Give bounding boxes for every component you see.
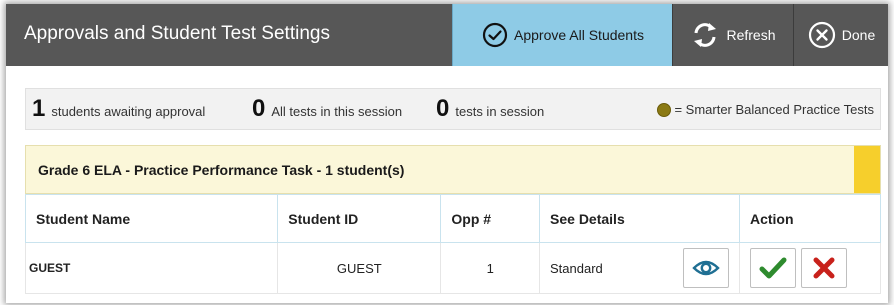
test-group-title: Grade 6 ELA - Practice Performance Task … [38,162,405,178]
student-id-cell: GUEST [277,242,442,294]
approve-student-button[interactable] [749,248,796,288]
test-group-banner: Grade 6 ELA - Practice Performance Task … [25,145,881,194]
column-see-details: See Details [539,194,740,243]
practice-test-flag [854,146,880,193]
approvals-dialog: Approvals and Student Test Settings Appr… [6,4,888,303]
dialog-title: Approvals and Student Test Settings [24,23,330,44]
approve-all-students-button[interactable]: Approve All Students [452,4,673,66]
column-student-id: Student ID [277,194,442,243]
check-circle-icon [482,22,508,48]
see-details-cell: Standard [539,242,740,294]
done-label: Done [841,27,876,43]
all-tests-label: All tests in this session [271,104,403,119]
session-summary: 1 students awaiting approval 0 All tests… [25,88,881,130]
tests-in-session-stat: 0 tests in session [436,97,544,121]
awaiting-approval-label: students awaiting approval [51,104,206,119]
refresh-button[interactable]: Refresh [672,4,793,66]
dialog-header: Approvals and Student Test Settings Appr… [6,4,888,66]
tests-in-session-count: 0 [436,95,450,122]
column-student-name: Student Name [24,194,279,243]
approve-all-students-label: Approve All Students [514,27,644,43]
students-table: Student Name Student ID Opp # See Detail… [24,194,882,294]
practice-test-dot-icon [657,102,672,117]
awaiting-approval-stat: 1 students awaiting approval [32,97,205,121]
all-tests-stat: 0 All tests in this session [252,97,402,121]
close-circle-icon [808,21,835,49]
tests-in-session-label: tests in session [455,104,545,119]
checkmark-icon [759,257,787,279]
awaiting-approval-count: 1 [32,95,46,122]
eye-icon [692,260,720,276]
all-tests-count: 0 [252,95,266,122]
details-value: Standard [550,260,603,276]
opp-cell: 1 [440,242,541,294]
table-header-row: Student Name Student ID Opp # See Detail… [24,194,882,243]
x-icon [813,257,835,279]
student-name-cell: GUEST [24,242,279,294]
legend: = Smarter Balanced Practice Tests [657,102,874,117]
table-row: GUEST GUEST 1 Standard [24,242,882,294]
refresh-icon [694,23,717,47]
deny-student-button[interactable] [800,248,847,288]
done-button[interactable]: Done [793,4,889,66]
action-cell [738,242,882,294]
refresh-label: Refresh [726,27,776,43]
view-details-button[interactable] [682,248,729,288]
legend-label: = Smarter Balanced Practice Tests [674,102,874,117]
column-action: Action [738,194,882,243]
column-opp: Opp # [440,194,541,243]
